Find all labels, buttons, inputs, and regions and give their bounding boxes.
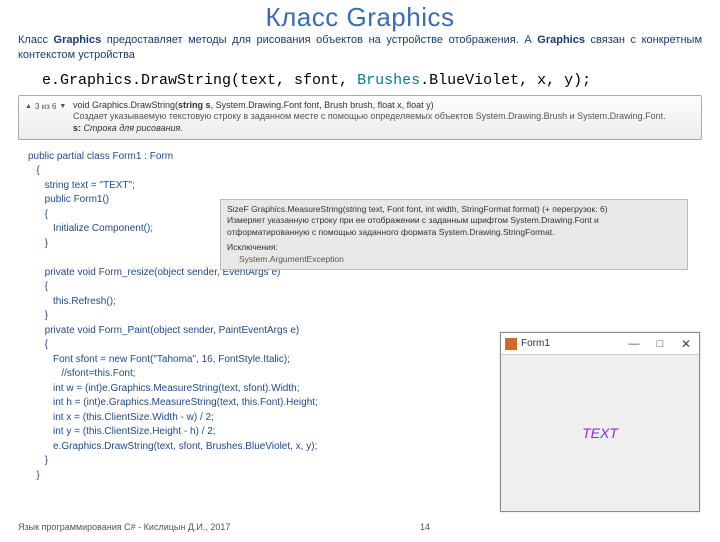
sig-post: , System.Drawing.Font font, Brush brush,… — [211, 100, 434, 110]
code-prefix: e.Graphics.DrawString(text, sfont, — [42, 72, 357, 89]
exc-label: Исключения: — [227, 242, 681, 253]
slide-title: Класс Graphics — [0, 2, 720, 33]
code-line-highlight: e.Graphics.DrawString(text, sfont, Brush… — [38, 70, 702, 91]
minimize-button[interactable]: — — [621, 338, 647, 350]
measure-desc: Измеряет указанную строку при ее отображ… — [227, 215, 681, 238]
window-title: Form1 — [521, 338, 621, 349]
code-suffix: .BlueViolet, x, y); — [420, 72, 591, 89]
maximize-button[interactable]: □ — [647, 338, 673, 350]
rendered-text: TEXT — [582, 425, 618, 441]
signature-description: Создает указываемую текстовую строку в з… — [73, 111, 693, 121]
nav-up-icon[interactable]: ▲ — [25, 103, 32, 110]
overload-counter: 3 из 6 — [35, 102, 56, 111]
footer-text: Язык программирования C# - Кислицын Д.И.… — [18, 522, 230, 532]
code-brushes: Brushes — [357, 72, 420, 89]
signature-row: void Graphics.DrawString(string s, Syste… — [73, 100, 693, 110]
app-icon — [505, 338, 517, 350]
close-button[interactable]: ✕ — [673, 337, 699, 351]
client-area: TEXT — [501, 355, 699, 511]
sample-app-window: Form1 — □ ✕ TEXT — [500, 332, 700, 512]
overload-nav[interactable]: ▲ 3 из 6 ▼ — [25, 102, 66, 111]
measure-sig: SizeF Graphics.MeasureString(string text… — [227, 204, 681, 215]
page-number: 14 — [420, 522, 430, 532]
titlebar[interactable]: Form1 — □ ✕ — [501, 333, 699, 355]
nav-down-icon[interactable]: ▼ — [59, 103, 66, 110]
sig-param-bold: string s — [178, 100, 211, 110]
intellisense-tooltip-drawstring: ▲ 3 из 6 ▼ void Graphics.DrawString(stri… — [18, 95, 702, 140]
slide-description: Класс Graphics предоставляет методы для … — [0, 33, 720, 64]
param-label: s: — [73, 123, 81, 133]
param-row: s: Строка для рисования. — [73, 123, 693, 133]
intellisense-tooltip-measurestring: SizeF Graphics.MeasureString(string text… — [220, 199, 688, 270]
sig-pre: void Graphics.DrawString( — [73, 100, 178, 110]
exc-value: System.ArgumentException — [239, 254, 681, 265]
param-desc: Строка для рисования. — [84, 123, 183, 133]
